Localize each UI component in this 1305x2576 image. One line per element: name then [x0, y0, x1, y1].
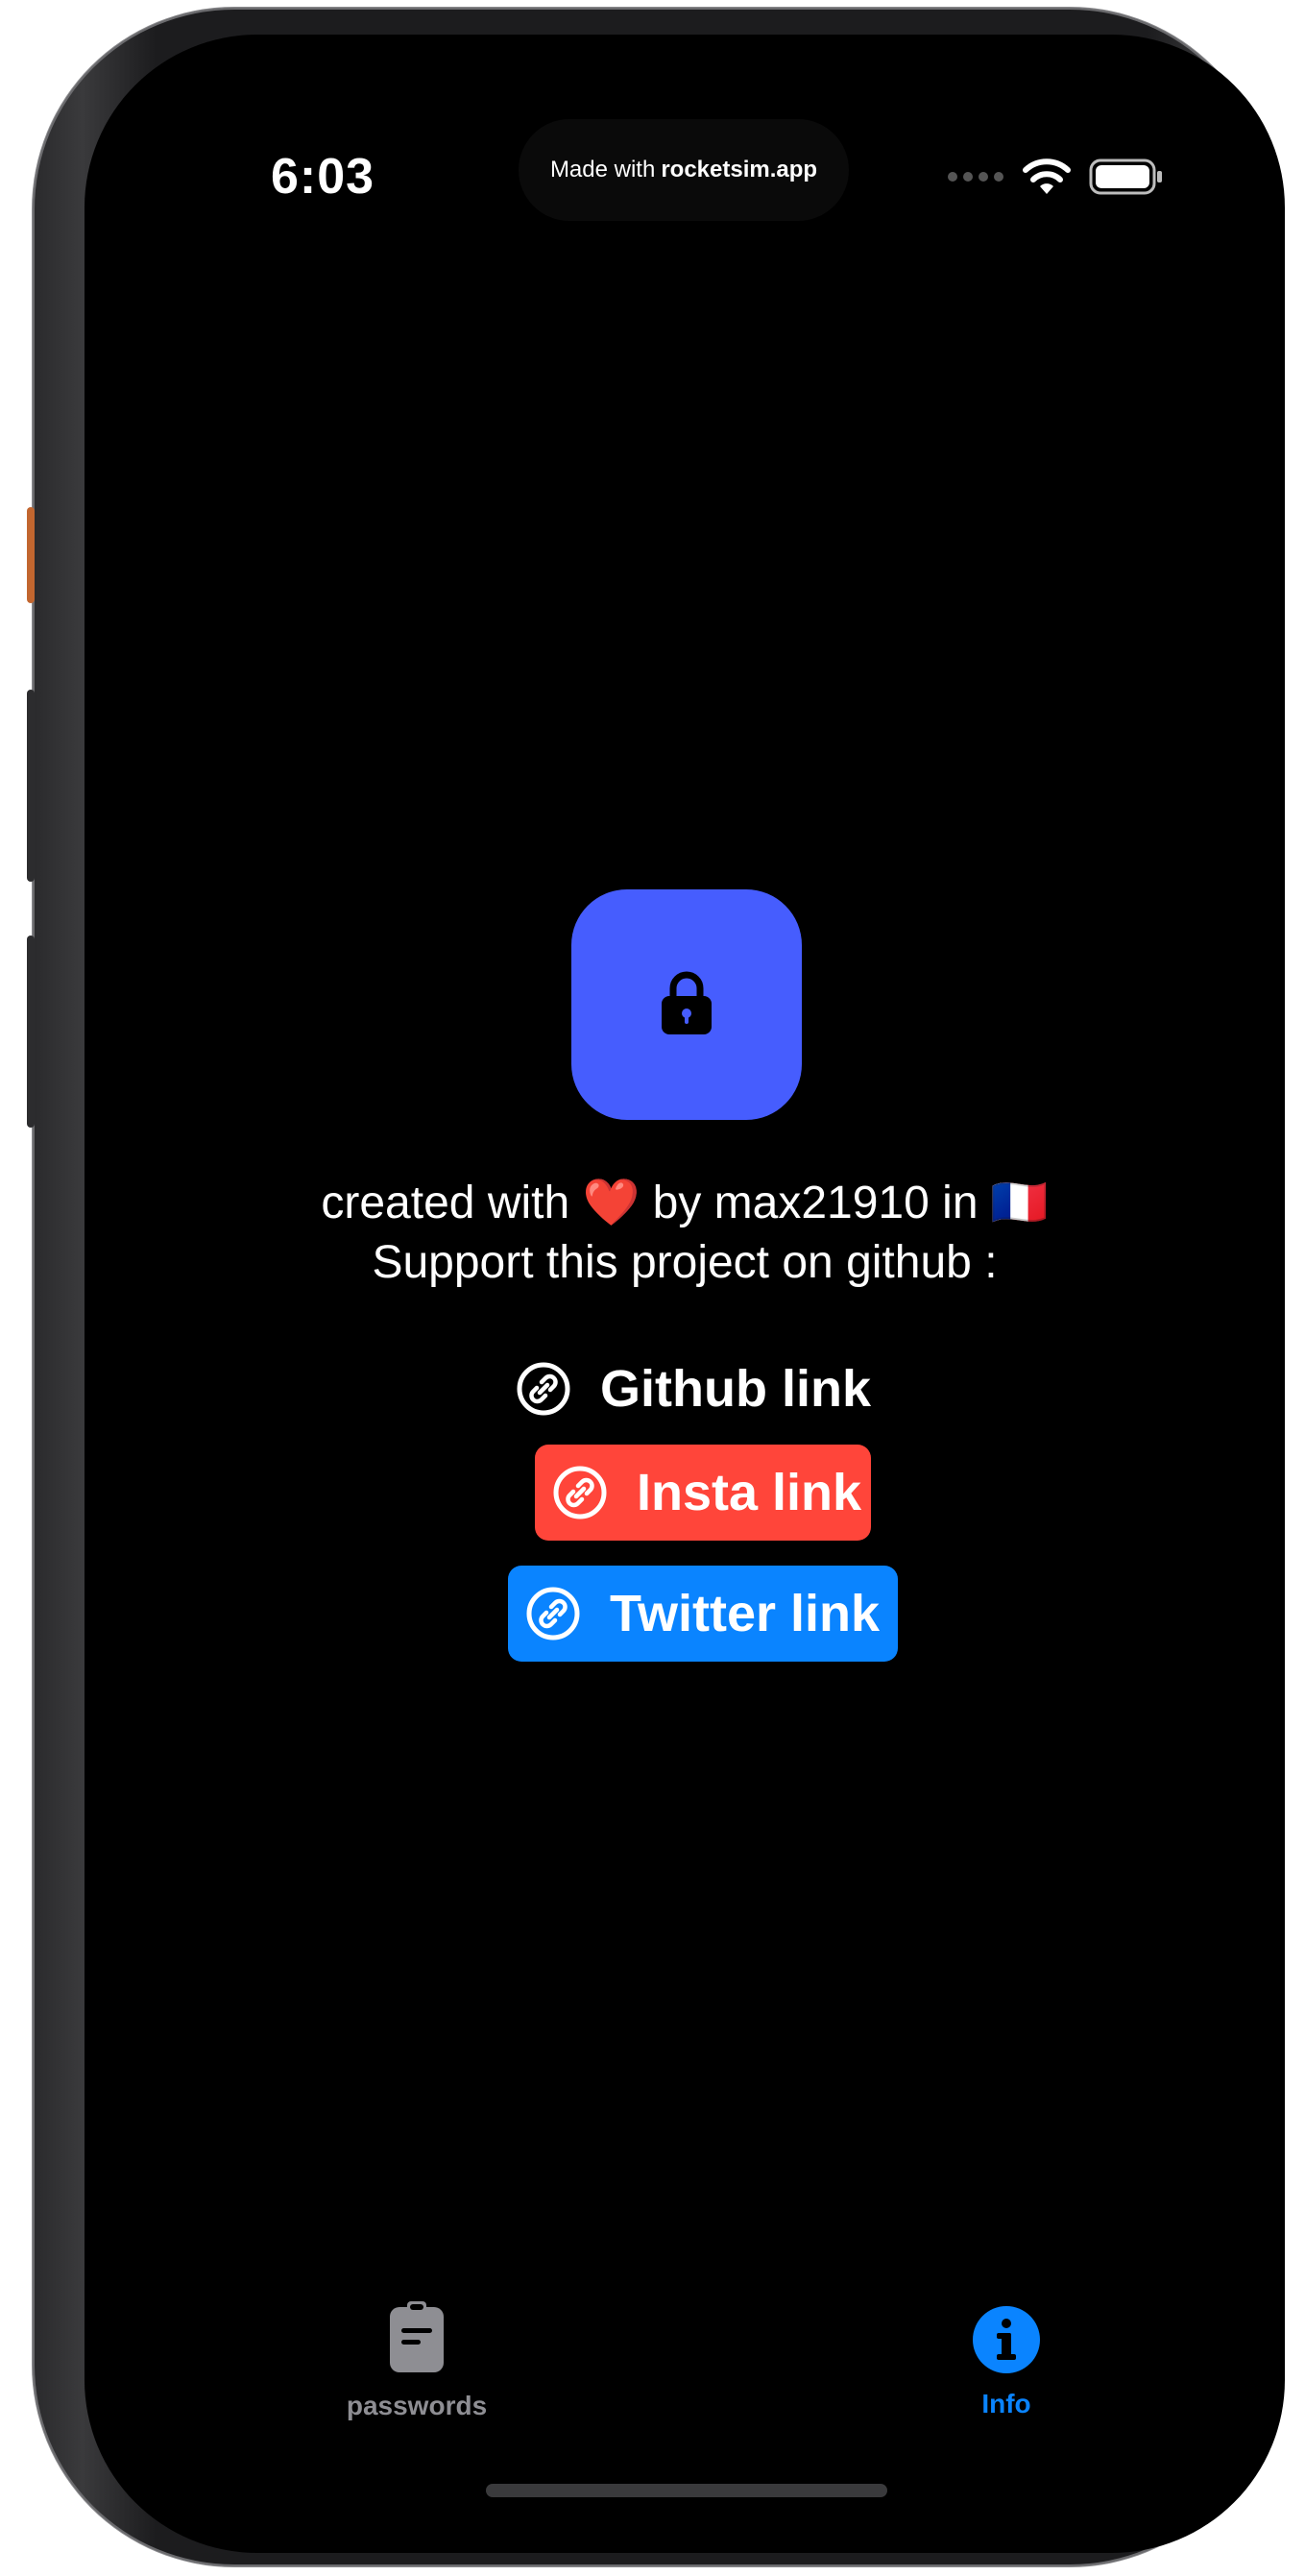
credit-text-b: by max21910 in: [652, 1178, 979, 1228]
app-icon: [571, 889, 802, 1120]
island-prefix: Made with: [549, 157, 656, 182]
island-brand: rocketsim.app: [661, 157, 818, 182]
credit-text-a: created with: [321, 1178, 570, 1228]
insta-link-label: Insta link: [637, 1464, 862, 1521]
clipboard-icon: [388, 2301, 446, 2381]
link-icon: [516, 1361, 571, 1417]
action-button: [27, 507, 35, 603]
device-frame: 6:03 Made with rocketsim.app created wit…: [27, 8, 1285, 2566]
github-link-button[interactable]: Github link: [516, 1341, 871, 1437]
lock-icon: [660, 969, 713, 1041]
home-indicator[interactable]: [486, 2484, 887, 2497]
heart-emoji: ❤️: [582, 1178, 640, 1228]
twitter-link-button[interactable]: Twitter link: [508, 1566, 898, 1662]
tab-passwords-label: passwords: [346, 2391, 488, 2420]
github-link-label: Github link: [600, 1360, 871, 1418]
tab-info[interactable]: Info: [910, 2305, 1102, 2419]
flag-emoji: 🇫🇷: [990, 1178, 1049, 1228]
tab-info-label: Info: [981, 2389, 1031, 2418]
volume-down-button: [27, 936, 35, 1128]
battery-icon: [1089, 158, 1164, 201]
insta-link-button[interactable]: Insta link: [535, 1445, 871, 1541]
credit-line-1: created with ❤️ by max21910 in 🇫🇷: [85, 1174, 1285, 1233]
wifi-icon: [1022, 158, 1072, 201]
link-icon: [525, 1586, 581, 1641]
tab-passwords[interactable]: passwords: [321, 2301, 513, 2421]
dynamic-island: Made with rocketsim.app: [519, 119, 849, 221]
status-icons: [947, 158, 1164, 201]
twitter-link-label: Twitter link: [610, 1585, 881, 1642]
credit-line-2: Support this project on github :: [372, 1237, 998, 1288]
signal-icon: [947, 170, 1004, 188]
status-time: 6:03: [271, 149, 375, 205]
info-icon: [972, 2305, 1041, 2381]
link-icon: [552, 1465, 608, 1520]
screen: 6:03 Made with rocketsim.app created wit…: [85, 35, 1285, 2553]
volume-up-button: [27, 690, 35, 882]
